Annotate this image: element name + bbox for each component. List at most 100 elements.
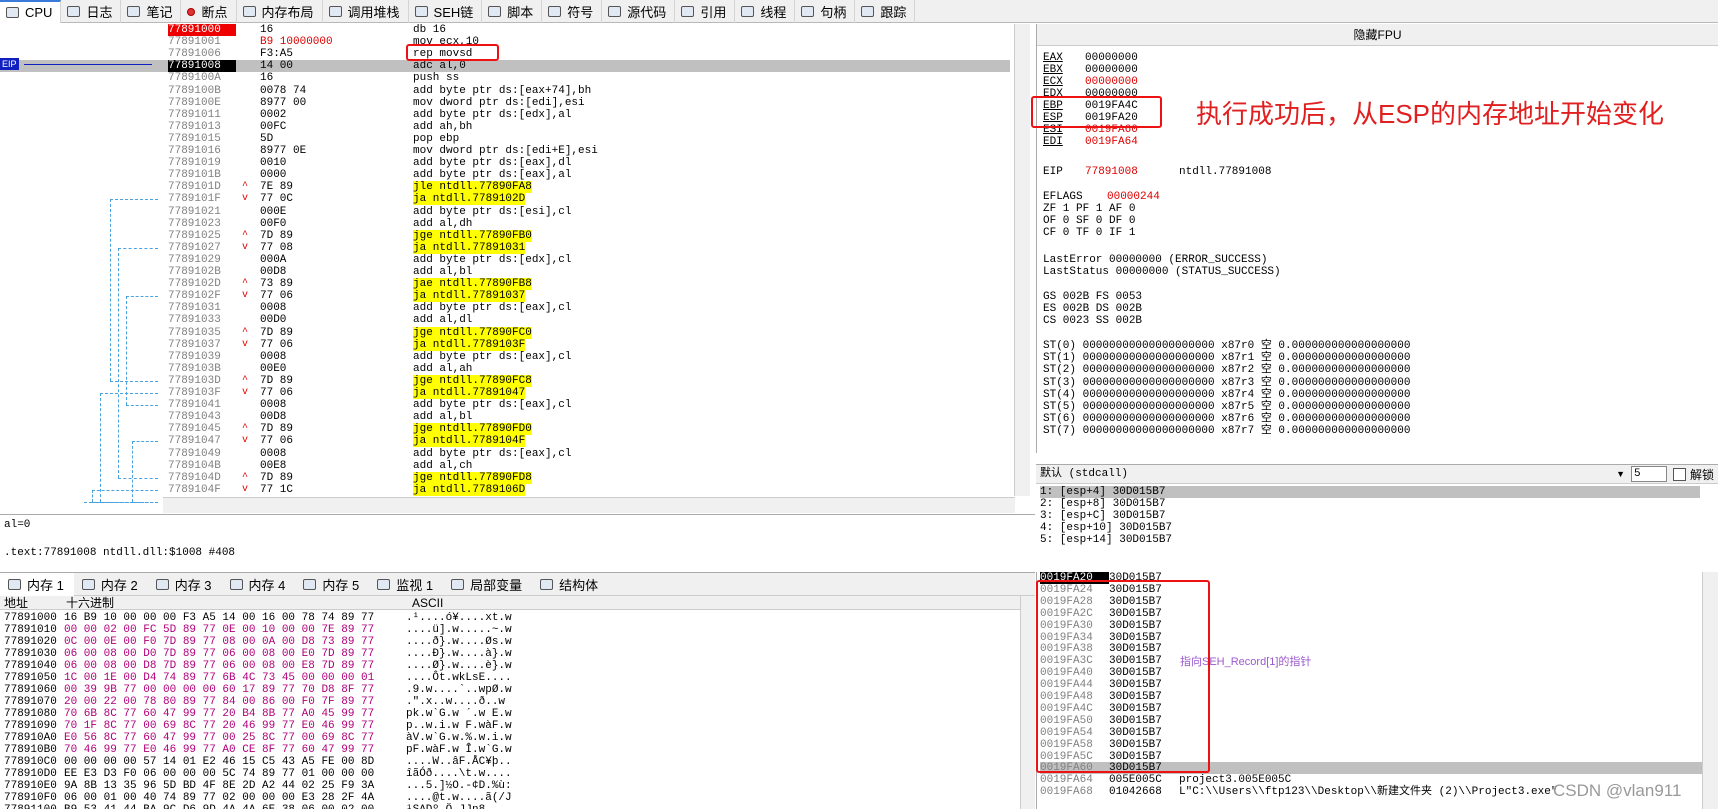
register-value[interactable]: 77891008 bbox=[1085, 166, 1179, 178]
disasm-row[interactable]: 77891037 v 77 06 ja ntdll.7789103F bbox=[0, 338, 1010, 351]
disasm-row[interactable]: 77891013 00FC add ah,bh bbox=[0, 121, 1010, 133]
argument-line[interactable]: 1: [esp+4] 30D015B7 bbox=[1040, 486, 1700, 498]
argument-line[interactable]: 5: [esp+14] 30D015B7 bbox=[1040, 534, 1172, 546]
flags-text[interactable]: OF 0 SF 0 DF 0 bbox=[1043, 215, 1135, 227]
memory-row[interactable]: 778910A0 E0 56 8C 77 60 47 99 77 00 25 8C… bbox=[4, 732, 512, 744]
disasm-row[interactable]: 77891015 5D pop ebp bbox=[0, 133, 1010, 145]
disasm-row[interactable]: 77891031 0008 add byte ptr ds:[eax],cl bbox=[0, 302, 1010, 314]
disasm-row[interactable]: 77891045 ^ 7D 89 jge ntdll.77890FD0 bbox=[0, 423, 1010, 436]
disasm-row[interactable]: 7789103B 00E0 add al,ah bbox=[0, 363, 1010, 375]
hide-fpu-button[interactable]: 隐藏FPU bbox=[1037, 24, 1718, 46]
memory-row[interactable]: 778910E0 9A 8B 13 35 96 5D BD 4F 8E 2D A2… bbox=[4, 780, 512, 792]
tab-references[interactable]: 引用 bbox=[675, 0, 736, 23]
disasm-row[interactable]: 7789101D ^ 7E 89 jle ntdll.77890FA8 bbox=[0, 181, 1010, 194]
stack-row[interactable]: 0019FA64 005E005C project3.005E005C bbox=[1040, 774, 1291, 786]
disasm-row[interactable]: 77891021 000E add byte ptr ds:[esi],cl bbox=[0, 206, 1010, 218]
disasm-row[interactable]: 77891035 ^ 7D 89 jge ntdll.77890FC0 bbox=[0, 326, 1010, 339]
disassembly-horizontal-scrollbar[interactable] bbox=[163, 497, 1015, 513]
tab-notes[interactable]: 笔记 bbox=[121, 0, 182, 23]
disasm-row[interactable]: 77891016 8977 0E mov dword ptr ds:[edi+E],… bbox=[0, 145, 1010, 157]
register-text[interactable]: LastError 00000000 (ERROR_SUCCESS) bbox=[1043, 254, 1267, 266]
register-name[interactable]: EBX bbox=[1043, 64, 1085, 76]
tab-memory-map[interactable]: 内存布局 bbox=[237, 0, 323, 23]
disasm-row[interactable]: 77891039 0008 add byte ptr ds:[eax],cl bbox=[0, 351, 1010, 363]
flags-text[interactable]: CF 0 TF 0 IF 1 bbox=[1043, 227, 1135, 239]
fpu-text[interactable]: ST(5) 00000000000000000000 x87r5 空 0.000… bbox=[1043, 401, 1410, 413]
disasm-row[interactable]: 77891006 F3:A5 rep movsd bbox=[0, 48, 1010, 60]
register-value[interactable]: 00000000 bbox=[1085, 52, 1138, 64]
register-name[interactable]: ECX bbox=[1043, 76, 1085, 88]
disasm-row[interactable]: 7789101B 0000 add byte ptr ds:[eax],al bbox=[0, 169, 1010, 181]
memory-row[interactable]: 77891070 20 00 22 00 78 80 89 77 84 00 86… bbox=[4, 696, 505, 708]
register-value[interactable]: 0019FA64 bbox=[1085, 136, 1138, 148]
tab-memory-3[interactable]: 内存 3 bbox=[148, 573, 222, 596]
tab-source[interactable]: 源代码 bbox=[602, 0, 676, 23]
tab-memory-5[interactable]: 内存 5 bbox=[295, 573, 369, 596]
disasm-row[interactable]: 77891001 B9 10000000 mov ecx,10 bbox=[0, 36, 1010, 48]
register-text[interactable]: CS 0023 SS 002B bbox=[1043, 315, 1142, 327]
disasm-row[interactable]: 7789100A 16 push ss bbox=[0, 72, 1010, 84]
argument-line[interactable]: 4: [esp+10] 30D015B7 bbox=[1040, 522, 1172, 534]
tab-symbols[interactable]: 符号 bbox=[542, 0, 603, 23]
tab-memory-8[interactable]: 结构体 bbox=[532, 573, 608, 596]
tab-trace[interactable]: 跟踪 bbox=[855, 0, 916, 23]
chevron-down-icon[interactable]: ▼ bbox=[1616, 469, 1625, 479]
disasm-row[interactable]: 77891011 0002 add byte ptr ds:[edx],al bbox=[0, 109, 1010, 121]
fpu-text[interactable]: ST(2) 00000000000000000000 x87r2 空 0.000… bbox=[1043, 364, 1410, 376]
tab-seh[interactable]: SEH链 bbox=[409, 0, 483, 23]
stack-scrollbar[interactable] bbox=[1702, 572, 1718, 809]
fpu-text[interactable]: ST(4) 00000000000000000000 x87r4 空 0.000… bbox=[1043, 389, 1410, 401]
memory-row[interactable]: 77891020 0C 00 0E 00 F0 7D 89 77 08 00 0A… bbox=[4, 636, 512, 648]
register-name[interactable]: EAX bbox=[1043, 52, 1085, 64]
disasm-row[interactable]: 77891029 000A add byte ptr ds:[edx],cl bbox=[0, 254, 1010, 266]
tab-threads[interactable]: 线程 bbox=[735, 0, 796, 23]
register-text[interactable]: GS 002B FS 0053 bbox=[1043, 291, 1142, 303]
disasm-row[interactable]: 7789102D ^ 73 89 jae ntdll.77890FB8 bbox=[0, 278, 1010, 291]
disassembly-scrollbar[interactable] bbox=[1014, 24, 1030, 496]
disasm-row[interactable]: 77891025 ^ 7D 89 jge ntdll.77890FB0 bbox=[0, 229, 1010, 242]
disasm-row[interactable]: 7789100E 8977 00 mov dword ptr ds:[edi],es… bbox=[0, 97, 1010, 109]
tab-script[interactable]: 脚本 bbox=[482, 0, 543, 23]
tab-memory-1[interactable]: 内存 1 bbox=[0, 573, 74, 596]
disasm-row[interactable]: 77891043 00D8 add al,bl bbox=[0, 411, 1010, 423]
memory-row[interactable]: 77891000 16 B9 10 00 00 00 F3 A5 14 00 16… bbox=[4, 612, 512, 624]
tab-memory-6[interactable]: 监视 1 bbox=[369, 573, 443, 596]
register-text[interactable]: ES 002B DS 002B bbox=[1043, 303, 1142, 315]
memory-row[interactable]: 77891080 70 6B 8C 77 60 47 99 77 20 B4 8B… bbox=[4, 708, 512, 720]
memory-row[interactable]: 77891040 06 00 08 00 D8 7D 89 77 06 00 08… bbox=[4, 660, 512, 672]
tab-handles[interactable]: 句柄 bbox=[795, 0, 856, 23]
stack-row[interactable]: 0019FA68 01042668 L"C:\\Users\\ftp123\\Des… bbox=[1040, 786, 1557, 798]
tab-memory-4[interactable]: 内存 4 bbox=[222, 573, 296, 596]
fpu-text[interactable]: ST(3) 00000000000000000000 x87r3 空 0.000… bbox=[1043, 377, 1410, 389]
argument-line[interactable]: 3: [esp+C] 30D015B7 bbox=[1040, 510, 1165, 522]
fpu-text[interactable]: ST(0) 00000000000000000000 x87r0 空 0.000… bbox=[1043, 340, 1410, 352]
calling-convention-select[interactable]: 默认 (stdcall) bbox=[1040, 466, 1616, 482]
memory-row[interactable]: 778910F0 06 00 01 00 40 74 89 77 02 00 00… bbox=[4, 792, 512, 804]
memory-row[interactable]: 77891090 70 1F 8C 77 00 69 8C 77 20 46 99… bbox=[4, 720, 512, 732]
tab-log[interactable]: 日志 bbox=[61, 0, 122, 23]
memory-row[interactable]: 77891060 00 39 9B 77 00 00 00 00 60 17 89… bbox=[4, 684, 512, 696]
arg-count-spinner[interactable]: 5 bbox=[1630, 466, 1667, 482]
fpu-text[interactable]: ST(6) 00000000000000000000 x87r6 空 0.000… bbox=[1043, 413, 1410, 425]
memory-row[interactable]: 77891030 06 00 08 00 D0 7D 89 77 06 00 08… bbox=[4, 648, 512, 660]
register-value[interactable]: 00000000 bbox=[1085, 76, 1138, 88]
memory-row[interactable]: 77891050 1C 00 1E 00 D4 74 89 77 6B 4C 73… bbox=[4, 672, 512, 684]
fpu-text[interactable]: ST(7) 00000000000000000000 x87r7 空 0.000… bbox=[1043, 425, 1410, 437]
argument-line[interactable]: 2: [esp+8] 30D015B7 bbox=[1040, 498, 1165, 510]
tab-cpu[interactable]: CPU bbox=[0, 0, 62, 23]
disasm-row[interactable]: 7789104B 00E8 add al,ch bbox=[0, 460, 1010, 472]
register-value[interactable]: 00000000 bbox=[1085, 64, 1138, 76]
disassembly-view[interactable]: 77891000 16 db 16 77891001 B9 10000000 mov ec… bbox=[0, 24, 1015, 496]
memory-row[interactable]: 77891100B9 53 41 44 BA 9C D6 9D 4A 4A 6E… bbox=[4, 804, 512, 809]
memory-row[interactable]: 778910D0 EE E3 D3 F0 06 00 00 00 5C 74 89… bbox=[4, 768, 512, 780]
disasm-row[interactable]: 77891049 0008 add byte ptr ds:[eax],cl bbox=[0, 448, 1010, 460]
disasm-row[interactable]: 7789100B 0078 74 add byte ptr ds:[eax+74],… bbox=[0, 85, 1010, 97]
tab-memory-7[interactable]: 局部变量 bbox=[443, 573, 532, 596]
memory-row[interactable]: 778910B0 70 46 99 77 E0 46 99 77 A0 CE 8F… bbox=[4, 744, 512, 756]
memory-row[interactable]: 77891010 00 00 02 00 FC 5D 89 77 0E 00 10… bbox=[4, 624, 512, 636]
tab-breakpoint[interactable]: 断点 bbox=[181, 0, 237, 23]
disasm-row[interactable]: 7789102B 00D8 add al,bl bbox=[0, 266, 1010, 278]
tab-call-stack[interactable]: 调用堆栈 bbox=[323, 0, 409, 23]
fpu-text[interactable]: ST(1) 00000000000000000000 x87r1 空 0.000… bbox=[1043, 352, 1410, 364]
register-name[interactable]: EDI bbox=[1043, 136, 1085, 148]
